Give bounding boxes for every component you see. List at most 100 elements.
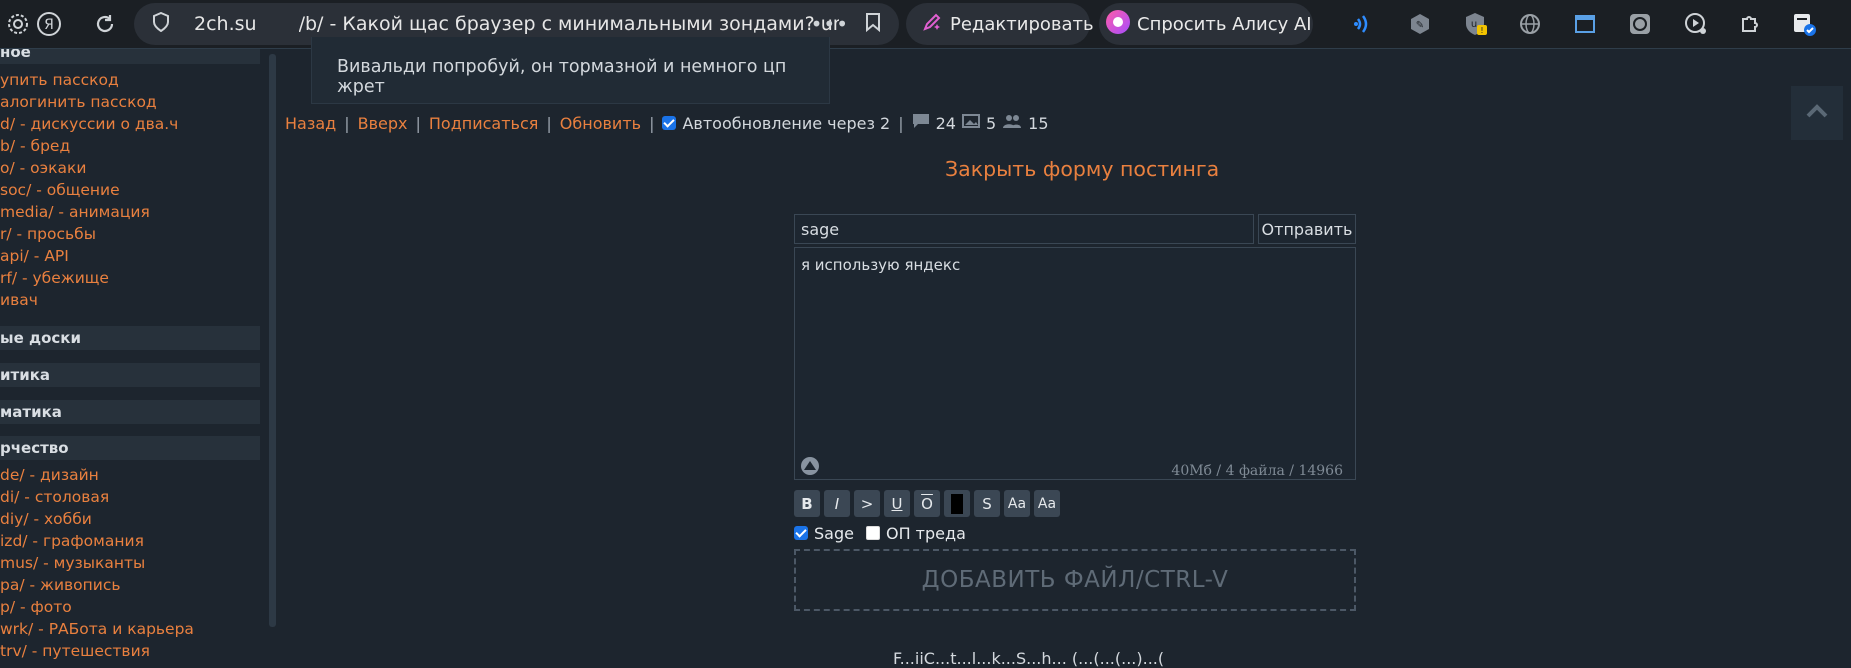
quote-button[interactable]: > bbox=[854, 490, 880, 517]
separator: | bbox=[546, 113, 552, 133]
ask-alice-label: Спросить Алису AI bbox=[1137, 13, 1312, 35]
spoiler-button[interactable] bbox=[944, 490, 970, 517]
sidebar-section-heading[interactable]: матика bbox=[0, 400, 260, 424]
post-text: Вивальди попробуй, он тормазной и немног… bbox=[337, 57, 787, 97]
sidebar-link[interactable]: media/ - анимация bbox=[0, 203, 150, 221]
sidebar-link[interactable]: o/ - оэкаки bbox=[0, 159, 86, 177]
overline-button[interactable]: O bbox=[914, 490, 940, 517]
svg-text:✎: ✎ bbox=[1416, 20, 1424, 31]
sidebar-link[interactable]: de/ - дизайн bbox=[0, 466, 99, 484]
users-count: 15 bbox=[1028, 113, 1049, 133]
back-link[interactable]: Назад bbox=[285, 114, 336, 133]
sidebar-link[interactable]: api/ - API bbox=[0, 247, 69, 265]
refresh-link[interactable]: Обновить bbox=[560, 114, 641, 133]
sidebar-link[interactable]: mus/ - музыканты bbox=[0, 554, 145, 572]
autorefresh-label: Автообновление через 2 bbox=[682, 113, 891, 133]
video-play-icon[interactable] bbox=[1684, 12, 1708, 36]
sidebar-link[interactable]: r/ - просьбы bbox=[0, 225, 96, 243]
address-page-title: /b/ - Какой щас браузер с минимальными з… bbox=[298, 13, 839, 35]
images-count: 5 bbox=[985, 113, 997, 133]
edit-button-label: Редактировать bbox=[950, 13, 1094, 35]
users-icon bbox=[1002, 113, 1022, 133]
ask-alice-button[interactable]: Спросить Алису AI bbox=[1099, 3, 1313, 45]
sidebar-link[interactable]: упить пасскод bbox=[0, 71, 119, 89]
browser-toolbar: Я 2ch.su /b/ - Какой щас браузер с миним… bbox=[0, 0, 1851, 49]
autorefresh-checkbox[interactable] bbox=[662, 116, 677, 130]
sage-checkbox[interactable] bbox=[794, 526, 808, 540]
sidebar-section-heading[interactable]: ые доски bbox=[0, 326, 260, 350]
superscript-button[interactable]: Aa bbox=[1004, 490, 1030, 517]
posts-count: 24 bbox=[935, 113, 956, 133]
subscribe-link[interactable]: Подписаться bbox=[429, 114, 539, 133]
more-dots-icon[interactable]: ••• bbox=[811, 12, 849, 36]
separator: | bbox=[344, 113, 350, 133]
captcha-logo-icon bbox=[800, 456, 820, 476]
send-button[interactable]: Отправить bbox=[1258, 214, 1356, 244]
sidebar-link[interactable]: trv/ - путешествия bbox=[0, 642, 150, 660]
sidebar-link[interactable]: wrk/ - РАБота и карьера bbox=[0, 620, 194, 638]
ublock-icon[interactable]: u! bbox=[1463, 12, 1487, 36]
window-icon[interactable] bbox=[1573, 12, 1597, 36]
sidebar-section-heading[interactable]: рчество bbox=[0, 436, 260, 460]
pencil-sparkle-icon bbox=[922, 12, 942, 37]
post-reply: Вивальди попробуй, он тормазной и немног… bbox=[311, 37, 830, 104]
footer-partial-text: F...iiC...t...l...k...S...h... (...(...(… bbox=[893, 649, 1165, 668]
subscript-label: Aa bbox=[1037, 495, 1057, 512]
comments-icon bbox=[912, 113, 930, 133]
bold-button[interactable]: B bbox=[794, 490, 820, 517]
sidebar-scrollbar[interactable] bbox=[269, 54, 276, 627]
subject-input[interactable]: sage bbox=[794, 214, 1254, 244]
alice-voice-icon[interactable] bbox=[1352, 12, 1376, 36]
sidebar-link[interactable]: p/ - фото bbox=[0, 598, 72, 616]
op-checkbox[interactable] bbox=[865, 526, 880, 540]
svg-text:!: ! bbox=[1480, 26, 1483, 35]
underline-button[interactable]: U bbox=[884, 490, 910, 517]
chevron-up-icon bbox=[1806, 104, 1828, 122]
bookmark-icon[interactable] bbox=[865, 12, 881, 37]
sidebar-link[interactable]: ивач bbox=[0, 291, 38, 309]
extensions-puzzle-icon[interactable] bbox=[1738, 12, 1762, 36]
sidebar-link[interactable]: b/ - бред bbox=[0, 137, 70, 155]
message-textarea[interactable]: я использую яндекс 40Мб / 4 файла / 1496… bbox=[794, 247, 1356, 480]
svg-text:Я: Я bbox=[44, 17, 54, 33]
separator: | bbox=[649, 113, 655, 133]
op-label: ОП треда bbox=[885, 523, 966, 543]
sidebar-link[interactable]: rf/ - убежище bbox=[0, 269, 109, 287]
yandex-logo-icon[interactable]: Я bbox=[36, 11, 62, 37]
sidebar-link[interactable]: di/ - столовая bbox=[0, 488, 109, 506]
post-options: Sage ОП треда bbox=[794, 523, 966, 543]
up-link[interactable]: Вверх bbox=[358, 114, 408, 133]
separator: | bbox=[898, 113, 904, 133]
address-domain: 2ch.su bbox=[194, 13, 257, 35]
superscript-label: Aa bbox=[1007, 495, 1027, 512]
reload-icon[interactable] bbox=[92, 11, 118, 37]
sidebar-link[interactable]: izd/ - графомания bbox=[0, 532, 144, 550]
svg-text:u: u bbox=[1471, 19, 1477, 30]
image-icon bbox=[961, 113, 980, 133]
sidebar-link[interactable]: diy/ - хобби bbox=[0, 510, 92, 528]
sidebar-section-heading[interactable]: ное bbox=[0, 49, 260, 64]
strike-button[interactable]: S bbox=[974, 490, 1000, 517]
alice-icon bbox=[1105, 9, 1131, 40]
close-posting-form-link[interactable]: Закрыть форму постинга bbox=[945, 157, 1219, 181]
sidebar-link[interactable]: алогинить пасскод bbox=[0, 93, 157, 111]
file-dropzone[interactable]: ДОБАВИТЬ ФАЙЛ/CTRL-V bbox=[794, 549, 1356, 611]
sidebar-link[interactable]: soc/ - общение bbox=[0, 181, 120, 199]
separator: | bbox=[415, 113, 421, 133]
subscript-button[interactable]: Aa bbox=[1034, 490, 1060, 517]
shield-extension-icon[interactable]: ✎ bbox=[1408, 12, 1432, 36]
upload-limits: 40Мб / 4 файла / 14966 bbox=[1171, 463, 1343, 479]
italic-button[interactable]: I bbox=[824, 490, 850, 517]
sidebar-link[interactable]: pa/ - живопись bbox=[0, 576, 121, 594]
edit-button[interactable]: Редактировать bbox=[906, 3, 1094, 45]
spoiler-swatch bbox=[951, 493, 963, 514]
scroll-to-top-button[interactable] bbox=[1791, 86, 1843, 140]
shield-icon bbox=[152, 11, 172, 37]
globe-icon[interactable] bbox=[1518, 12, 1542, 36]
sidebar-link[interactable]: d/ - дискуссии о два.ч bbox=[0, 115, 178, 133]
compass-icon[interactable] bbox=[1628, 12, 1652, 36]
sidebar-section-heading[interactable]: итика bbox=[0, 363, 260, 387]
message-text: я использую яндекс bbox=[801, 256, 961, 274]
settings-gear-icon[interactable] bbox=[6, 12, 30, 36]
profile-badge-icon[interactable] bbox=[1792, 12, 1816, 36]
